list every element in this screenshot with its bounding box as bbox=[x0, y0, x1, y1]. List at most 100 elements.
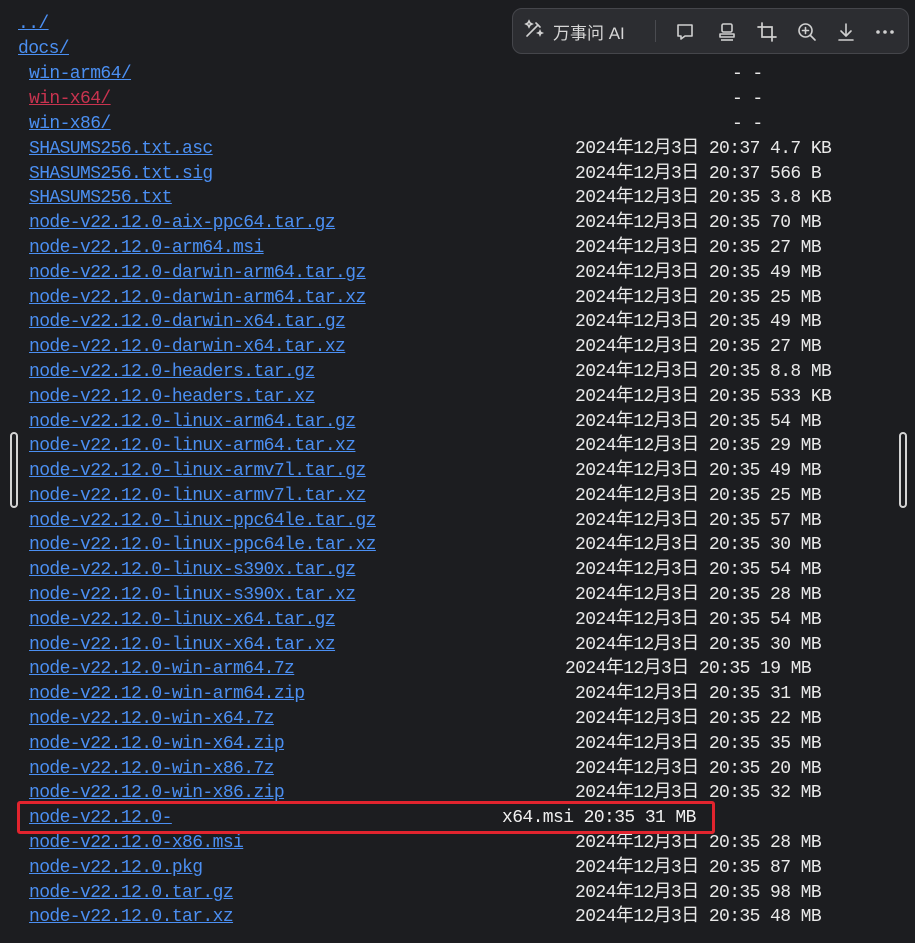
highlighted-file-link[interactable]: node-v22.12.0- bbox=[29, 806, 172, 831]
file-row: SHASUMS256.txt.sig 2024年12月3日 20:37 566 B bbox=[0, 162, 915, 187]
file-link[interactable]: node-v22.12.0.tar.xz bbox=[29, 905, 234, 930]
file-link[interactable]: node-v22.12.0-linux-s390x.tar.xz bbox=[29, 583, 356, 608]
file-link[interactable]: node-v22.12.0-win-arm64.7z bbox=[29, 657, 295, 682]
file-info: 2024年12月3日 20:35 87 MB bbox=[575, 858, 822, 878]
file-row: node-v22.12.0-headers.tar.gz 2024年12月3日 2… bbox=[0, 360, 915, 385]
file-info: 2024年12月3日 20:35 3.8 KB bbox=[575, 188, 832, 208]
file-link[interactable]: node-v22.12.0-aix-ppc64.tar.gz bbox=[29, 211, 336, 236]
toolbar-divider bbox=[655, 20, 656, 42]
file-row: node-v22.12.0.pkg 2024年12月3日 20:35 87 MB bbox=[0, 856, 915, 881]
file-info: 2024年12月3日 20:35 27 MB bbox=[575, 238, 822, 258]
file-row: node-v22.12.0-linux-arm64.tar.xz 2024年12月… bbox=[0, 434, 915, 459]
file-row: node-v22.12.0-linux-arm64.tar.gz 2024年12月… bbox=[0, 410, 915, 435]
ask-ai-label: 万事问 AI bbox=[553, 23, 625, 43]
file-row: node-v22.12.0-linux-s390x.tar.xz 2024年12月… bbox=[0, 583, 915, 608]
file-row: node-v22.12.0-darwin-arm64.tar.gz 2024年12… bbox=[0, 261, 915, 286]
highlighted-file-info: x64.msi 20:35 31 MB bbox=[502, 808, 696, 828]
file-link[interactable]: node-v22.12.0-darwin-arm64.tar.gz bbox=[29, 261, 366, 286]
file-link[interactable]: node-v22.12.0-headers.tar.xz bbox=[29, 385, 315, 410]
file-link[interactable]: node-v22.12.0-win-x64.zip bbox=[29, 732, 285, 757]
file-row: node-v22.12.0-arm64.msi 2024年12月3日 20:35 … bbox=[0, 236, 915, 261]
file-info: 2024年12月3日 20:35 30 MB bbox=[575, 635, 822, 655]
file-link[interactable]: node-v22.12.0-headers.tar.gz bbox=[29, 360, 315, 385]
file-info: 2024年12月3日 20:37 566 B bbox=[575, 164, 822, 184]
stamp-icon[interactable] bbox=[714, 19, 740, 45]
file-info: 2024年12月3日 20:35 22 MB bbox=[575, 709, 822, 729]
file-row: node-v22.12.0-linux-x64.tar.gz 2024年12月3日… bbox=[0, 608, 915, 633]
file-info: 2024年12月3日 20:35 19 MB bbox=[565, 659, 812, 679]
file-info: 2024年12月3日 20:35 31 MB bbox=[575, 684, 822, 704]
list-item: win-x64/ - - bbox=[0, 87, 915, 112]
file-row: node-v22.12.0-win-arm64.zip 2024年12月3日 20… bbox=[0, 682, 915, 707]
file-link[interactable]: node-v22.12.0-linux-ppc64le.tar.gz bbox=[29, 509, 376, 534]
file-row: node-v22.12.0-linux-x64.tar.xz 2024年12月3日… bbox=[0, 633, 915, 658]
file-info: 2024年12月3日 20:35 28 MB bbox=[575, 833, 822, 853]
file-info: 2024年12月3日 20:35 25 MB bbox=[575, 486, 822, 506]
file-info: 2024年12月3日 20:35 54 MB bbox=[575, 560, 822, 580]
file-link[interactable]: node-v22.12.0-linux-arm64.tar.xz bbox=[29, 434, 356, 459]
file-info: 2024年12月3日 20:35 29 MB bbox=[575, 436, 822, 456]
file-link[interactable]: node-v22.12.0-linux-arm64.tar.gz bbox=[29, 410, 356, 435]
file-link[interactable]: SHASUMS256.txt.sig bbox=[29, 162, 213, 187]
file-row: node-v22.12.0-win-x64.zip 2024年12月3日 20:3… bbox=[0, 732, 915, 757]
file-link[interactable]: node-v22.12.0-linux-armv7l.tar.xz bbox=[29, 484, 366, 509]
file-link[interactable]: SHASUMS256.txt.asc bbox=[29, 137, 213, 162]
right-scroll-handle[interactable] bbox=[899, 432, 907, 508]
file-row: node-v22.12.0-linux-armv7l.tar.xz 2024年12… bbox=[0, 484, 915, 509]
docs-link[interactable]: docs/ bbox=[18, 37, 70, 62]
file-row: SHASUMS256.txt 2024年12月3日 20:35 3.8 KB bbox=[0, 186, 915, 211]
file-info: 2024年12月3日 20:35 49 MB bbox=[575, 263, 822, 283]
file-link[interactable]: SHASUMS256.txt bbox=[29, 186, 172, 211]
file-row: node-v22.12.0-darwin-arm64.tar.xz 2024年12… bbox=[0, 286, 915, 311]
file-row: node-v22.12.0.tar.gz 2024年12月3日 20:35 98 … bbox=[0, 881, 915, 906]
file-row: node-v22.12.0-linux-s390x.tar.gz 2024年12月… bbox=[0, 558, 915, 583]
file-link[interactable]: node-v22.12.0-linux-s390x.tar.gz bbox=[29, 558, 356, 583]
file-row: node-v22.12.0-linux-ppc64le.tar.xz 2024年1… bbox=[0, 533, 915, 558]
ask-ai-button[interactable]: 万事问 AI bbox=[523, 9, 625, 53]
file-link[interactable]: node-v22.12.0-linux-x64.tar.xz bbox=[29, 633, 336, 658]
file-info: 2024年12月3日 20:35 49 MB bbox=[575, 461, 822, 481]
file-link[interactable]: node-v22.12.0-linux-ppc64le.tar.xz bbox=[29, 533, 376, 558]
file-link[interactable]: node-v22.12.0-linux-x64.tar.gz bbox=[29, 608, 336, 633]
floating-toolbar: 万事问 AI bbox=[512, 8, 909, 54]
file-info: 2024年12月3日 20:35 54 MB bbox=[575, 412, 822, 432]
file-info: 2024年12月3日 20:35 8.8 MB bbox=[575, 362, 832, 382]
directory-info: - - bbox=[732, 89, 763, 109]
file-link[interactable]: node-v22.12.0-win-x86.7z bbox=[29, 757, 274, 782]
file-link[interactable]: node-v22.12.0-darwin-arm64.tar.xz bbox=[29, 286, 366, 311]
file-link[interactable]: node-v22.12.0-x86.msi bbox=[29, 831, 244, 856]
directory-info: - - bbox=[732, 114, 763, 134]
comment-icon[interactable] bbox=[672, 19, 698, 45]
directory-link-win-x64[interactable]: win-x64/ bbox=[29, 87, 111, 112]
file-row: node-v22.12.0-win-x64.7z 2024年12月3日 20:35… bbox=[0, 707, 915, 732]
file-info: 2024年12月3日 20:35 57 MB bbox=[575, 511, 822, 531]
file-row: node-v22.12.0-aix-ppc64.tar.gz 2024年12月3日… bbox=[0, 211, 915, 236]
file-info: 2024年12月3日 20:35 30 MB bbox=[575, 535, 822, 555]
file-link[interactable]: node-v22.12.0-darwin-x64.tar.xz bbox=[29, 335, 346, 360]
directory-link-win-x86[interactable]: win-x86/ bbox=[29, 112, 111, 137]
file-info: 2024年12月3日 20:35 70 MB bbox=[575, 213, 822, 233]
file-link[interactable]: node-v22.12.0-linux-armv7l.tar.gz bbox=[29, 459, 366, 484]
file-info: 2024年12月3日 20:37 4.7 KB bbox=[575, 139, 832, 159]
file-row: node-v22.12.0.tar.xz 2024年12月3日 20:35 48 … bbox=[0, 905, 915, 930]
crop-icon[interactable] bbox=[754, 19, 780, 45]
ai-sparkle-icon bbox=[523, 18, 545, 45]
file-link[interactable]: node-v22.12.0-win-x64.7z bbox=[29, 707, 274, 732]
parent-directory-link[interactable]: ../ bbox=[18, 12, 49, 37]
directory-link-win-arm64[interactable]: win-arm64/ bbox=[29, 62, 132, 87]
file-link[interactable]: node-v22.12.0-arm64.msi bbox=[29, 236, 264, 261]
file-link[interactable]: node-v22.12.0.pkg bbox=[29, 856, 203, 881]
file-link[interactable]: node-v22.12.0-win-arm64.zip bbox=[29, 682, 305, 707]
file-info: 2024年12月3日 20:35 28 MB bbox=[575, 585, 822, 605]
directory-info: - - bbox=[732, 64, 763, 84]
more-icon[interactable] bbox=[872, 19, 898, 45]
download-icon[interactable] bbox=[833, 19, 859, 45]
file-link[interactable]: node-v22.12.0.tar.gz bbox=[29, 881, 234, 906]
zoom-in-icon[interactable] bbox=[794, 19, 820, 45]
left-scroll-handle[interactable] bbox=[10, 432, 18, 508]
file-row: node-v22.12.0-win-x86.7z 2024年12月3日 20:35… bbox=[0, 757, 915, 782]
file-row: node-v22.12.0-win-arm64.7z 2024年12月3日 20:… bbox=[0, 657, 915, 682]
file-link[interactable]: node-v22.12.0-darwin-x64.tar.gz bbox=[29, 310, 346, 335]
list-item: win-x86/ - - bbox=[0, 112, 915, 137]
file-info: 2024年12月3日 20:35 54 MB bbox=[575, 610, 822, 630]
